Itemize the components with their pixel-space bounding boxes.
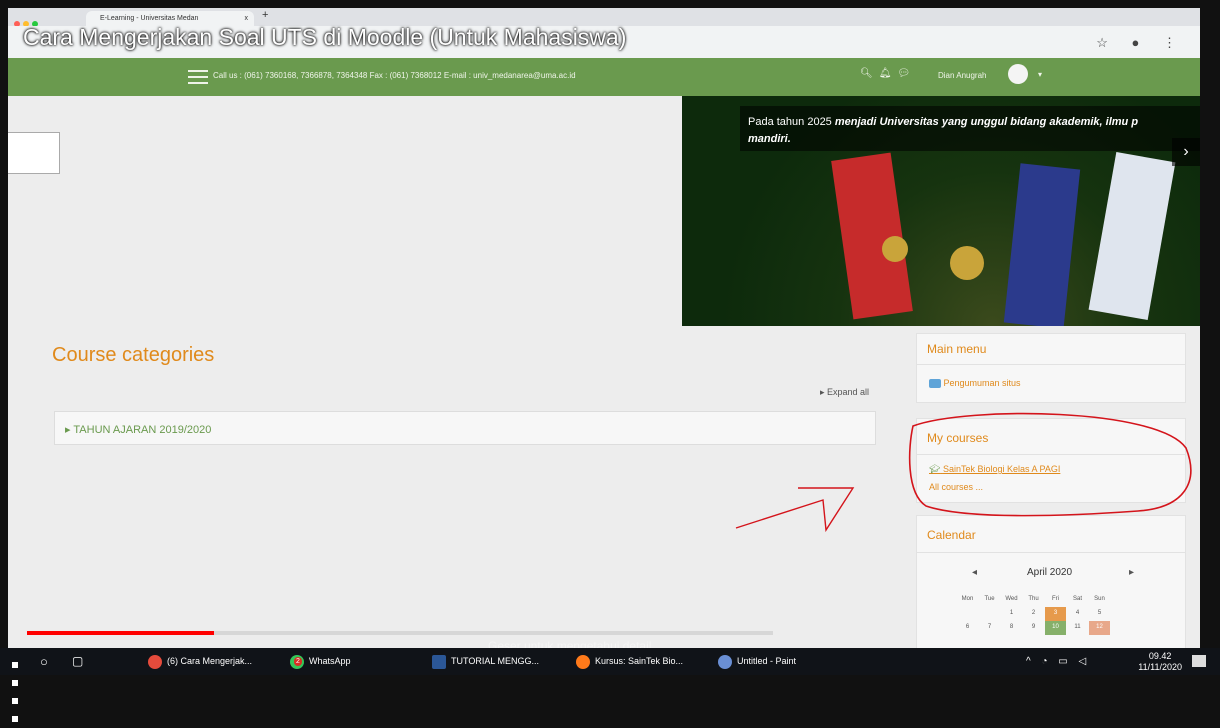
paint-icon — [718, 654, 732, 669]
taskbar-item-word[interactable]: TUTORIAL MENGG... — [432, 648, 539, 675]
video-caption: Geser untuk mengetahui detail — [488, 639, 652, 648]
search-circle-icon[interactable]: ○ — [40, 648, 48, 675]
annotation-ellipse — [908, 412, 1192, 517]
system-tray-icons[interactable]: ^ ◔ ▭ ◁ — [1026, 648, 1090, 675]
windows-start-icon[interactable] — [12, 656, 25, 722]
clock[interactable]: 09.42 11/11/2020 — [1138, 651, 1182, 673]
taskbar-label: Untitled - Paint — [737, 656, 797, 666]
taskbar-label: Kursus: SainTek Bio... — [595, 656, 684, 666]
clock-time: 09.42 — [1148, 651, 1172, 661]
notification-center-icon[interactable] — [1192, 655, 1206, 667]
taskbar: ○ ▢ (6) Cara Mengerjak... WhatsApp 2 TUT… — [0, 648, 1220, 722]
video-frame[interactable]: E-Learning - Universitas Medan x + ☆ ● ⋮… — [8, 8, 1200, 648]
task-view-icon[interactable]: ▢ — [72, 648, 83, 675]
chrome-icon — [148, 654, 162, 669]
video-progress-fill — [27, 631, 214, 635]
taskbar-item-paint[interactable]: Untitled - Paint — [718, 648, 796, 675]
clock-date: 11/11/2020 — [1138, 662, 1182, 672]
word-icon — [432, 654, 446, 669]
taskbar-label: WhatsApp — [309, 656, 351, 666]
taskbar-item-firefox[interactable]: Kursus: SainTek Bio... — [576, 648, 683, 675]
taskbar-item-chrome[interactable]: (6) Cara Mengerjak... — [148, 648, 252, 675]
firefox-icon — [576, 654, 590, 669]
video-title: Cara Mengerjakan Soal UTS di Moodle (Unt… — [23, 24, 627, 50]
notification-badge: 2 — [294, 657, 302, 666]
annotation-arrow — [735, 487, 855, 533]
taskbar-label: (6) Cara Mengerjak... — [167, 656, 253, 666]
taskbar-label: TUTORIAL MENGG... — [451, 656, 540, 666]
annotation-overlay — [735, 412, 1192, 533]
